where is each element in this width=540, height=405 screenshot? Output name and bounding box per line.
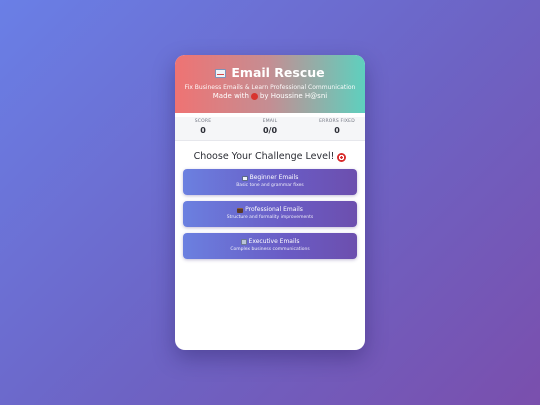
header: Email Rescue Fix Business Emails & Learn…: [175, 55, 365, 113]
level-button-description: Complex business communications: [230, 247, 310, 252]
stat-errors-fixed: ERRORS FIXED 0: [317, 117, 357, 140]
email-icon: [241, 175, 248, 181]
level-title-text: Choose Your Challenge Level!: [193, 151, 335, 162]
level-button-label: Executive Emails: [183, 238, 357, 246]
briefcase-icon: [237, 207, 244, 213]
stat-value: 0: [200, 126, 206, 135]
stat-email: EMAIL 0/0: [250, 117, 290, 140]
professional-level-button[interactable]: Professional Emails Structure and formal…: [183, 201, 357, 227]
executive-level-button[interactable]: Executive Emails Complex business commun…: [183, 233, 357, 259]
level-button-text: Professional Emails: [245, 206, 303, 213]
stat-value: 0/0: [262, 126, 278, 135]
building-icon: [240, 239, 247, 245]
beginner-level-button[interactable]: Beginner Emails Basic tone and grammar f…: [183, 169, 357, 195]
level-list: Beginner Emails Basic tone and grammar f…: [175, 169, 365, 259]
stat-score: SCORE 0: [183, 117, 223, 140]
heart-icon: [250, 93, 258, 100]
app-subtitle: Fix Business Emails & Learn Professional…: [184, 84, 356, 91]
level-button-text: Beginner Emails: [249, 174, 299, 181]
level-button-text: Executive Emails: [248, 238, 300, 245]
game-card: Email Rescue Fix Business Emails & Learn…: [175, 55, 365, 350]
level-button-description: Basic tone and grammar fixes: [236, 183, 304, 188]
app-title-text: Email Rescue: [231, 65, 325, 80]
level-button-label: Professional Emails: [183, 206, 357, 214]
made-with-suffix: by Houssine H@sni: [259, 92, 328, 100]
target-icon: [337, 152, 347, 162]
app-title: Email Rescue: [175, 65, 365, 81]
stats-bar: SCORE 0 EMAIL 0/0 ERRORS FIXED 0: [175, 117, 365, 141]
level-button-description: Structure and formality improvements: [226, 215, 314, 220]
stat-value: 0: [334, 126, 340, 135]
email-icon: [215, 68, 227, 78]
level-title: Choose Your Challenge Level!: [175, 151, 365, 163]
made-with-credit: Made with by Houssine H@sni: [175, 92, 365, 101]
made-with-prefix: Made with: [212, 92, 249, 100]
level-button-label: Beginner Emails: [183, 174, 357, 182]
